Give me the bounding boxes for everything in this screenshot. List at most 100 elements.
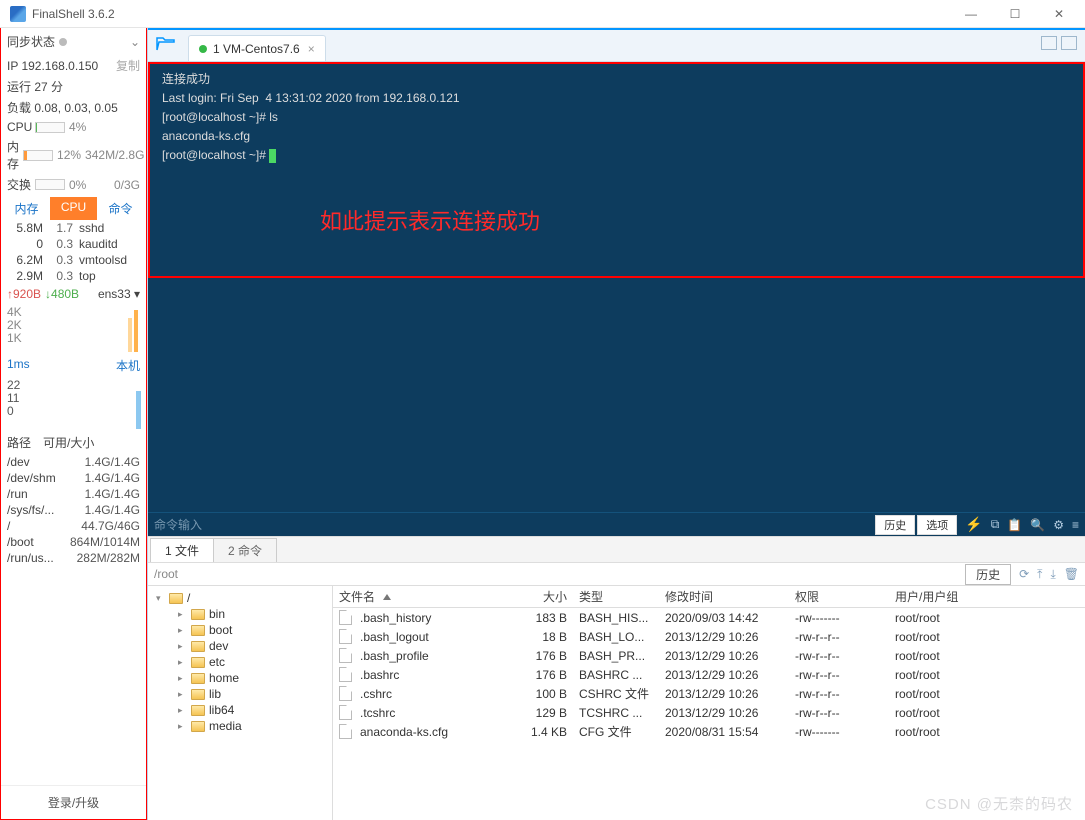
net-graph: 4K2K1K: [1, 304, 146, 354]
mem-percent: 12%: [57, 148, 81, 162]
folder-icon: [169, 593, 183, 604]
gear-icon[interactable]: ⚙: [1053, 518, 1064, 532]
terminal-highlight-box: 连接成功 Last login: Fri Sep 4 13:31:02 2020…: [148, 62, 1085, 278]
proc-tab-cpu[interactable]: CPU: [50, 197, 97, 220]
folder-tree[interactable]: ▾/ ▸bin▸boot▸dev▸etc▸home▸lib▸lib64▸medi…: [148, 586, 333, 820]
copy-ip-button[interactable]: 复制: [116, 57, 140, 74]
search-icon[interactable]: 🔍: [1030, 518, 1045, 532]
fs-col-size[interactable]: 可用/大小: [43, 434, 94, 451]
file-icon: [339, 724, 352, 739]
download-icon[interactable]: ⤓: [1050, 567, 1055, 582]
tree-node[interactable]: ▸lib64: [150, 702, 330, 718]
load-text: 负载 0.08, 0.03, 0.05: [1, 97, 146, 118]
status-sidebar: 同步状态 ⌄ IP 192.168.0.150 复制 运行 27 分 负载 0.…: [0, 28, 147, 820]
paste-icon[interactable]: 📋: [1007, 518, 1022, 532]
close-tab-icon[interactable]: ×: [308, 42, 315, 56]
bottom-tab-cmds[interactable]: 2 命令: [213, 538, 277, 562]
history-button[interactable]: 历史: [875, 515, 915, 535]
process-row[interactable]: 00.3kauditd: [3, 236, 144, 252]
tree-node[interactable]: ▸boot: [150, 622, 330, 638]
net-interface-select[interactable]: ens33 ▾: [98, 287, 140, 301]
copy-icon[interactable]: ⧉: [991, 517, 1000, 532]
latency-host[interactable]: 本机: [116, 357, 140, 374]
folder-icon: [191, 721, 205, 732]
file-row[interactable]: .bash_history183 BBASH_HIS...2020/09/03 …: [333, 608, 1085, 627]
sync-expand-icon[interactable]: ⌄: [130, 35, 140, 49]
session-tab[interactable]: 1 VM-Centos7.6 ×: [188, 35, 326, 61]
file-row[interactable]: .cshrc100 BCSHRC 文件2013/12/29 10:26-rw-r…: [333, 684, 1085, 703]
sync-status-icon: [59, 38, 67, 46]
fs-col-path[interactable]: 路径: [7, 434, 31, 451]
command-input-bar: 命令输入 历史 选项 ⚡ ⧉ 📋 🔍 ⚙ ≡: [148, 512, 1085, 536]
tree-node[interactable]: ▸bin: [150, 606, 330, 622]
path-input[interactable]: /root: [154, 567, 965, 581]
tree-root[interactable]: ▾/: [150, 590, 330, 606]
bottom-tab-files[interactable]: 1 文件: [150, 538, 214, 562]
folder-icon: [191, 657, 205, 668]
terminal-area[interactable]: [148, 278, 1085, 512]
cursor-icon: [269, 149, 276, 163]
fs-row[interactable]: /dev1.4G/1.4G: [1, 454, 146, 470]
file-icon: [339, 705, 352, 720]
folder-icon: [191, 705, 205, 716]
layout-buttons[interactable]: [1041, 36, 1077, 50]
upload-icon[interactable]: ⤒: [1037, 567, 1042, 582]
open-session-button[interactable]: [152, 29, 180, 57]
ip-address: IP 192.168.0.150: [7, 59, 98, 73]
tree-node[interactable]: ▸lib: [150, 686, 330, 702]
path-history-button[interactable]: 历史: [965, 564, 1011, 585]
file-icon: [339, 686, 352, 701]
fs-row[interactable]: /boot864M/1014M: [1, 534, 146, 550]
options-button[interactable]: 选项: [917, 515, 957, 535]
process-row[interactable]: 5.8M1.7sshd: [3, 220, 144, 236]
fs-row[interactable]: /run/us...282M/282M: [1, 550, 146, 566]
bolt-icon[interactable]: ⚡: [965, 516, 982, 533]
delete-icon[interactable]: 🗑: [1064, 567, 1079, 582]
menu-icon[interactable]: ≡: [1072, 518, 1079, 532]
tree-node[interactable]: ▸dev: [150, 638, 330, 654]
tree-node[interactable]: ▸etc: [150, 654, 330, 670]
latency-graph: 22110: [1, 377, 146, 431]
mem-values: 342M/2.8G: [85, 148, 144, 162]
app-logo-icon: [10, 6, 26, 22]
proc-tab-cmd[interactable]: 命令: [97, 197, 144, 220]
close-button[interactable]: ✕: [1037, 0, 1081, 28]
sync-label: 同步状态: [7, 33, 55, 50]
file-row[interactable]: .bashrc176 BBASHRC ...2013/12/29 10:26-r…: [333, 665, 1085, 684]
status-dot-icon: [199, 45, 207, 53]
terminal[interactable]: 连接成功 Last login: Fri Sep 4 13:31:02 2020…: [150, 64, 1083, 276]
file-row[interactable]: .bash_profile176 BBASH_PR...2013/12/29 1…: [333, 646, 1085, 665]
cpu-gauge: CPU 4%: [1, 118, 146, 136]
refresh-icon[interactable]: ⟳: [1019, 567, 1029, 582]
window-title: FinalShell 3.6.2: [32, 7, 115, 21]
command-input[interactable]: 命令输入: [154, 516, 873, 533]
folder-icon: [191, 673, 205, 684]
process-row[interactable]: 6.2M0.3vmtoolsd: [3, 252, 144, 268]
file-row[interactable]: .tcshrc129 BTCSHRC ...2013/12/29 10:26-r…: [333, 703, 1085, 722]
mem-label: 内存: [7, 138, 19, 172]
file-list-header[interactable]: 文件名 大小 类型 修改时间 权限 用户/用户组: [333, 586, 1085, 608]
sort-asc-icon[interactable]: [383, 594, 391, 600]
minimize-button[interactable]: —: [949, 0, 993, 28]
folder-icon: [191, 609, 205, 620]
login-upgrade-button[interactable]: 登录/升级: [1, 785, 146, 819]
tree-node[interactable]: ▸media: [150, 718, 330, 734]
fs-row[interactable]: /sys/fs/...1.4G/1.4G: [1, 502, 146, 518]
file-row[interactable]: .bash_logout18 BBASH_LO...2013/12/29 10:…: [333, 627, 1085, 646]
fs-row[interactable]: /run1.4G/1.4G: [1, 486, 146, 502]
file-icon: [339, 648, 352, 663]
proc-tab-mem[interactable]: 内存: [3, 197, 50, 220]
file-list[interactable]: .bash_history183 BBASH_HIS...2020/09/03 …: [333, 608, 1085, 741]
swap-percent: 0%: [69, 178, 86, 192]
process-row[interactable]: 2.9M0.3top: [3, 268, 144, 284]
tree-node[interactable]: ▸home: [150, 670, 330, 686]
fs-row[interactable]: /44.7G/46G: [1, 518, 146, 534]
file-icon: [339, 629, 352, 644]
fs-row[interactable]: /dev/shm1.4G/1.4G: [1, 470, 146, 486]
maximize-button[interactable]: ☐: [993, 0, 1037, 28]
mem-gauge: 内存 12% 342M/2.8G: [1, 136, 146, 174]
net-download: ↓480B: [45, 287, 79, 301]
net-upload: ↑920B: [7, 287, 41, 301]
latency-ms: 1ms: [7, 357, 30, 374]
file-row[interactable]: anaconda-ks.cfg1.4 KBCFG 文件2020/08/31 15…: [333, 722, 1085, 741]
